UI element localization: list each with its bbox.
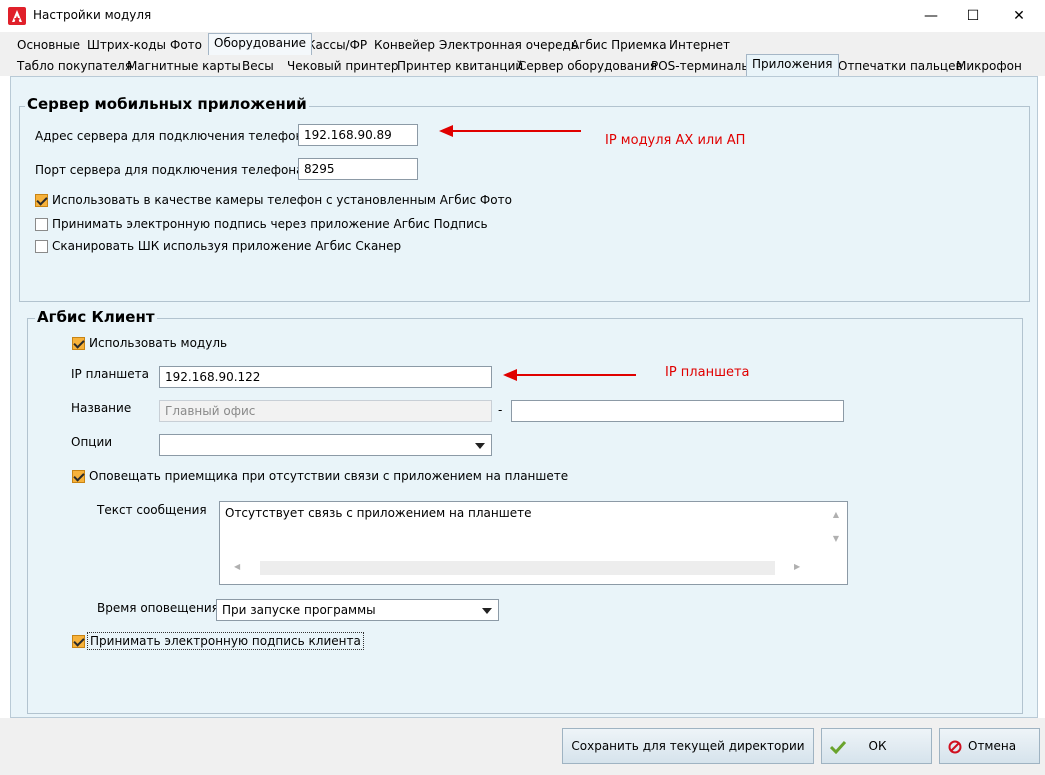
tab-printer-kvitanciy[interactable]: Принтер квитанций <box>392 56 528 76</box>
dialog-footer: Сохранить для текущей директории ОК Отме… <box>0 718 1045 775</box>
notify-time-select[interactable]: При запуске программы <box>216 599 499 621</box>
agbis-client-group-title: Агбис Клиент <box>35 308 157 326</box>
window-title: Настройки модуля <box>33 8 152 22</box>
server-port-label: Порт сервера для подключения телефона: <box>35 163 308 177</box>
tab-oborudovanie[interactable]: Оборудование <box>208 33 312 55</box>
tab-server-oborudovaniya[interactable]: Сервер оборудования <box>513 56 662 76</box>
scroll-up-icon[interactable]: ▲ <box>833 510 839 519</box>
use-module-checkbox[interactable] <box>72 337 85 350</box>
tab-kassy-fr[interactable]: Кассы/ФР <box>302 35 372 55</box>
tab-chekovyy-printer[interactable]: Чековый принтер <box>282 56 403 76</box>
scroll-right-icon[interactable]: ▶ <box>794 562 800 571</box>
tab-vesy[interactable]: Весы <box>237 56 279 76</box>
message-textarea-text: Отсутствует связь с приложением на планш… <box>225 506 532 520</box>
use-camera-checkbox[interactable] <box>35 194 48 207</box>
cancel-icon <box>948 740 962 754</box>
mobile-server-group-title: Сервер мобильных приложений <box>25 95 309 113</box>
chevron-down-icon <box>475 443 485 449</box>
annotation-ip-module: IP модуля АХ или АП <box>605 133 746 148</box>
notify-label: Оповещать приемщика при отсутствии связи… <box>89 469 569 483</box>
message-textarea[interactable]: Отсутствует связь с приложением на планш… <box>219 501 848 585</box>
tab-mikrofon[interactable]: Микрофон <box>951 56 1027 76</box>
signature-app-checkbox[interactable] <box>35 218 48 231</box>
horizontal-scrollbar[interactable] <box>260 561 775 575</box>
minimize-button[interactable]: — <box>908 0 954 32</box>
tablet-ip-input[interactable]: 192.168.90.122 <box>159 366 492 388</box>
tab-osnovnye[interactable]: Основные <box>12 35 85 55</box>
name-suffix-input[interactable] <box>511 400 844 422</box>
cancel-label: Отмена <box>968 739 1017 753</box>
maximize-button[interactable]: ☐ <box>950 0 996 32</box>
server-port-input[interactable]: 8295 <box>298 158 418 180</box>
notify-time-value: При запуске программы <box>222 603 376 617</box>
message-text-label: Текст сообщения <box>97 503 207 517</box>
notify-time-label: Время оповещения <box>97 601 219 615</box>
chevron-down-icon <box>482 608 492 614</box>
tab-otpechatki-palcev[interactable]: Отпечатки пальцев <box>833 56 968 76</box>
app-logo-icon <box>8 7 26 25</box>
server-address-input[interactable]: 192.168.90.89 <box>298 124 418 146</box>
annotation-tablet-ip: IP планшета <box>665 365 750 380</box>
options-label: Опции <box>71 435 113 449</box>
tab-strip: Основные Штрих-коды Фото Оборудование Ка… <box>0 32 1045 76</box>
tab-content-panel: Сервер мобильных приложений Адрес сервер… <box>10 76 1038 718</box>
annotation-arrow-icon <box>439 125 581 137</box>
tab-elektronnaya-ochered[interactable]: Электронная очередь <box>434 35 583 55</box>
cancel-button[interactable]: Отмена <box>939 728 1040 764</box>
scanner-app-checkbox[interactable] <box>35 240 48 253</box>
scroll-left-icon[interactable]: ◀ <box>234 562 240 571</box>
tab-prilozheniya[interactable]: Приложения <box>746 54 839 76</box>
ok-label: ОК <box>868 739 887 753</box>
accept-signature-label: Принимать электронную подпись клиента <box>87 632 364 650</box>
accept-signature-checkbox[interactable] <box>72 635 85 648</box>
scroll-down-icon[interactable]: ▼ <box>833 534 839 543</box>
tablet-ip-label: IP планшета <box>71 367 150 381</box>
tab-pos-terminaly[interactable]: POS-терминалы <box>646 56 756 76</box>
tab-foto[interactable]: Фото <box>165 35 207 55</box>
name-input[interactable]: Главный офис <box>159 400 492 422</box>
title-bar: Настройки модуля — ☐ ✕ <box>0 0 1045 32</box>
tab-tablo-pokupatelya[interactable]: Табло покупателя <box>12 56 137 76</box>
save-for-directory-button[interactable]: Сохранить для текущей директории <box>562 728 814 764</box>
close-button[interactable]: ✕ <box>996 0 1042 32</box>
ok-button[interactable]: ОК <box>821 728 932 764</box>
name-dash: - <box>498 403 503 417</box>
annotation-arrow-icon <box>503 369 636 381</box>
tab-agbis-priemka[interactable]: Агбис Приемка <box>566 35 672 55</box>
name-label: Название <box>71 401 132 415</box>
notify-checkbox[interactable] <box>72 470 85 483</box>
use-camera-label: Использовать в качестве камеры телефон с… <box>52 193 512 207</box>
server-address-label: Адрес сервера для подключения телефона: <box>35 129 315 143</box>
tab-internet[interactable]: Интернет <box>664 35 735 55</box>
tab-konveyer[interactable]: Конвейер <box>369 35 440 55</box>
use-module-label: Использовать модуль <box>89 336 228 350</box>
signature-app-label: Принимать электронную подпись через прил… <box>52 217 488 231</box>
tab-shtrih-kody[interactable]: Штрих-коды <box>82 35 171 55</box>
scanner-app-label: Сканировать ШК используя приложение Агби… <box>52 239 402 253</box>
options-select[interactable] <box>159 434 492 456</box>
tab-magnitnye-karty[interactable]: Магнитные карты <box>122 56 246 76</box>
